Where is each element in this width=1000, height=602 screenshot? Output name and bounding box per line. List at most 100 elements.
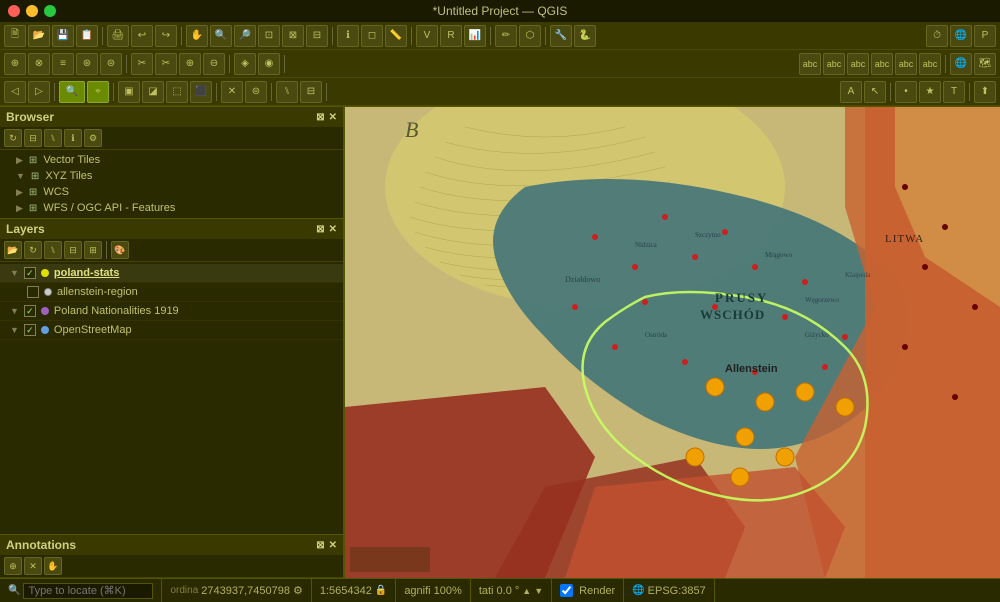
layers-expand-button[interactable]: ⊞ (84, 241, 102, 259)
search-highlight-button[interactable]: ⌖ (87, 81, 109, 103)
pan-button[interactable]: ✋ (186, 25, 208, 47)
annotation-move-button[interactable]: ✋ (44, 557, 62, 575)
label-btn-5[interactable]: abc (895, 53, 917, 75)
new-project-button[interactable]: 🗎 (4, 25, 26, 47)
label-btn-2[interactable]: abc (823, 53, 845, 75)
layers-collapse-button[interactable]: ⊟ (64, 241, 82, 259)
layers-collapse-icon[interactable]: ⊠ (316, 224, 324, 235)
edit-btn-3[interactable]: ⊕ (179, 53, 201, 75)
save-as-button[interactable]: 📋 (76, 25, 98, 47)
deselect-button[interactable]: ✕ (221, 81, 243, 103)
coordinates-icon[interactable]: ⚙ (293, 584, 303, 597)
browser-filter[interactable]: ⑊ (44, 129, 62, 147)
browser-item-wcs[interactable]: ▶ ⊞ WCS (0, 184, 343, 200)
save-project-button[interactable]: 💾 (52, 25, 74, 47)
layers-refresh-button[interactable]: ↻ (24, 241, 42, 259)
layer-btn-4[interactable]: ⊛ (76, 53, 98, 75)
layer-check-3[interactable]: ✓ (24, 305, 36, 317)
print-button[interactable]: 🖨 (107, 25, 129, 47)
layers-open-button[interactable]: 📂 (4, 241, 22, 259)
python-button[interactable]: 🐍 (574, 25, 596, 47)
select-button[interactable]: ◻ (361, 25, 383, 47)
digitize-button[interactable]: ✏ (495, 25, 517, 47)
globe-button[interactable]: 🌐 (950, 25, 972, 47)
star-button[interactable]: ★ (919, 81, 941, 103)
nav-back[interactable]: ◁ (4, 81, 26, 103)
close-button[interactable] (8, 5, 20, 17)
plugins-button[interactable]: 🔧 (550, 25, 572, 47)
locate-input[interactable] (23, 583, 153, 599)
time-button[interactable]: ⏱ (926, 25, 948, 47)
map-area[interactable]: B PRUSY WSCHÓD LITWA Allenstein Działdow… (345, 107, 1000, 578)
browser-collapse-icon[interactable]: ⊠ (316, 112, 324, 123)
browser-settings-icon[interactable]: ✕ (329, 112, 337, 123)
annotation-del-button[interactable]: ✕ (24, 557, 42, 575)
python2-button[interactable]: P (974, 25, 996, 47)
browser-collapse-all[interactable]: ⊟ (24, 129, 42, 147)
edit-btn-4[interactable]: ⊖ (203, 53, 225, 75)
minimize-button[interactable] (26, 5, 38, 17)
annotations-settings-icon[interactable]: ✕ (329, 540, 337, 551)
label-btn-4[interactable]: abc (871, 53, 893, 75)
layer-check-2[interactable] (27, 286, 39, 298)
view-btn-1[interactable]: 🌐 (950, 53, 972, 75)
snap-btn-2[interactable]: ◉ (258, 53, 280, 75)
browser-item-wfs[interactable]: ▶ ⊞ WFS / OGC API - Features (0, 200, 343, 216)
edit-btn-1[interactable]: ✂ (131, 53, 153, 75)
browser-refresh[interactable]: ↻ (4, 129, 22, 147)
zoom-out-button[interactable]: 🔎 (234, 25, 256, 47)
layer-btn-3[interactable]: ≡ (52, 53, 74, 75)
browser-settings2[interactable]: ⚙ (84, 129, 102, 147)
select-tool-2[interactable]: ◪ (142, 81, 164, 103)
undo-button[interactable]: ↩ (131, 25, 153, 47)
label-btn-1[interactable]: abc (799, 53, 821, 75)
select-tool-4[interactable]: ⬛ (190, 81, 212, 103)
view-btn-2[interactable]: 🗺 (974, 53, 996, 75)
point-button[interactable]: • (895, 81, 917, 103)
invert-select-button[interactable]: ⊜ (245, 81, 267, 103)
browser-properties[interactable]: ℹ (64, 129, 82, 147)
select-tool-1[interactable]: ▣ (118, 81, 140, 103)
rotation-up-icon[interactable]: ▲ (522, 586, 531, 596)
snap-btn-1[interactable]: ◈ (234, 53, 256, 75)
open-project-button[interactable]: 📂 (28, 25, 50, 47)
text-button[interactable]: T (943, 81, 965, 103)
scale-icon[interactable]: 🔒 (375, 585, 387, 596)
layer-check-4[interactable]: ✓ (24, 324, 36, 336)
layer-item-osm[interactable]: ▼ ✓ OpenStreetMap (0, 321, 343, 340)
select-tool-3[interactable]: ⬚ (166, 81, 188, 103)
zoom-highlight-button[interactable]: 🔍 (59, 81, 85, 103)
layers-style-button[interactable]: 🎨 (111, 241, 129, 259)
layer-btn-5[interactable]: ⊜ (100, 53, 122, 75)
cursor-button[interactable]: ↖ (864, 81, 886, 103)
browser-item-vector-tiles[interactable]: ▶ ⊞ Vector Tiles (0, 152, 343, 168)
layer-item-poland-stats[interactable]: ▼ ✓ poland-stats (0, 264, 343, 283)
layer-check-1[interactable]: ✓ (24, 267, 36, 279)
add-csv-button[interactable]: 📊 (464, 25, 486, 47)
measure-button[interactable]: 📏 (385, 25, 407, 47)
layers-settings-icon[interactable]: ✕ (329, 224, 337, 235)
maximize-button[interactable] (44, 5, 56, 17)
nav-fwd[interactable]: ▷ (28, 81, 50, 103)
form-button[interactable]: ⊟ (300, 81, 322, 103)
status-epsg[interactable]: 🌐 EPSG:3857 (624, 579, 715, 602)
zoom-layer-button[interactable]: ⊟ (306, 25, 328, 47)
label-btn-6[interactable]: abc (919, 53, 941, 75)
filter-button[interactable]: ⑊ (276, 81, 298, 103)
browser-item-xyz-tiles[interactable]: ▼ ⊞ XYZ Tiles (0, 168, 343, 184)
identify-button[interactable]: ℹ (337, 25, 359, 47)
zoom-full-button[interactable]: ⊡ (258, 25, 280, 47)
edit-btn-2[interactable]: ✂ (155, 53, 177, 75)
layer-btn-1[interactable]: ⊕ (4, 53, 26, 75)
share-button[interactable]: ⬆ (974, 81, 996, 103)
label-btn-3[interactable]: abc (847, 53, 869, 75)
redo-button[interactable]: ↪ (155, 25, 177, 47)
layer-item-nationalities[interactable]: ▼ ✓ Poland Nationalities 1919 (0, 302, 343, 321)
render-checkbox[interactable] (560, 584, 573, 597)
font-button[interactable]: A (840, 81, 862, 103)
layer-btn-2[interactable]: ⊗ (28, 53, 50, 75)
rotation-down-icon[interactable]: ▼ (534, 586, 543, 596)
annotations-collapse-icon[interactable]: ⊠ (316, 540, 324, 551)
zoom-selection-button[interactable]: ⊠ (282, 25, 304, 47)
layer-item-allenstein[interactable]: allenstein-region (0, 283, 343, 302)
